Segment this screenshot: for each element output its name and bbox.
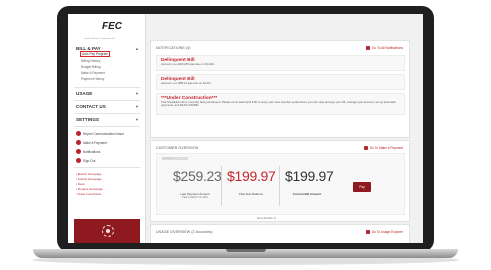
chevron-up-icon[interactable]: ▲ <box>135 46 139 51</box>
customer-overview-card: CUSTOMER OVERVIEW Go To Make A Payment •… <box>150 140 410 222</box>
link-label: Go To All Notifications <box>372 46 403 50</box>
alert-delinquent-1: Delinquent Bill Account •••••• $161.86 w… <box>156 55 405 71</box>
sun-icon <box>102 225 114 237</box>
promo-banner[interactable] <box>74 219 140 243</box>
usage-overview-card: USAGE OVERVIEW (2 Accounts) Go To Usage … <box>150 224 410 243</box>
nav-item-auto-pay[interactable]: Auto Pay Program <box>80 51 111 57</box>
task-label: Sign Out <box>83 158 96 163</box>
alert-under-construction: ***Under Construction*** This SmartHub s… <box>156 93 405 115</box>
nav-contact-us[interactable]: CONTACT US <box>76 104 106 109</box>
screen: FEC Fayette Electric Cooperative Inc. BI… <box>68 14 423 243</box>
link-label: News <box>77 182 85 186</box>
all-notifications-link[interactable]: Go To All Notifications <box>366 46 403 50</box>
task-label: Notifications <box>83 149 101 154</box>
chevron-down-icon[interactable]: ▼ <box>135 104 139 109</box>
usage-overview-title: USAGE OVERVIEW (2 Accounts) <box>156 230 213 234</box>
notifications-title: NOTIFICATIONS (4) <box>156 46 191 50</box>
nav-item-payment-history[interactable]: Payment History <box>81 77 104 81</box>
overview-panel: •••••••••••• $259.23 $199.97 $199.97 Las… <box>156 153 405 215</box>
alert-body: This SmartHub site is currently being de… <box>161 100 396 108</box>
link-label: Texas Coop Power <box>77 192 102 196</box>
link-electric-homepage[interactable]: • Electric Homepage <box>76 172 101 176</box>
current-bill-amount: $199.97 <box>285 168 334 184</box>
last-payment-date: Paid on March 15, 2024 <box>182 196 208 199</box>
task-report-issue[interactable]: Report Communication Issue <box>76 131 124 136</box>
link-internet-homepage[interactable]: • Internet Homepage <box>76 177 102 181</box>
link-label: Go To Make A Payment <box>369 146 403 150</box>
dollar-icon <box>363 146 368 150</box>
logo[interactable]: FEC Fayette Electric Cooperative Inc. <box>76 20 134 44</box>
chevron-down-icon[interactable]: ▼ <box>135 91 139 96</box>
link-news[interactable]: • News <box>76 182 85 186</box>
nav-settings[interactable]: SETTINGS <box>76 117 99 122</box>
sidebar: FEC Fayette Electric Cooperative Inc. BI… <box>68 14 146 243</box>
task-sign-out[interactable]: Sign Out <box>76 158 95 163</box>
link-label: Go To Usage Explorer <box>371 230 403 234</box>
pay-button[interactable]: Pay <box>353 182 371 192</box>
overview-title: CUSTOMER OVERVIEW <box>156 146 199 150</box>
divider <box>74 100 140 101</box>
divider <box>221 166 222 206</box>
laptop-notch <box>226 249 266 252</box>
divider <box>74 167 140 168</box>
chart-icon <box>365 230 370 234</box>
link-label: Electric Homepage <box>77 172 102 176</box>
nav-item-billing-history[interactable]: Billing History <box>81 59 100 63</box>
link-propane-homepage[interactable]: • Propane Homepage <box>76 187 103 191</box>
link-label: Propane Homepage <box>77 187 103 191</box>
main-content: NOTIFICATIONS (4) Go To All Notification… <box>150 14 418 243</box>
link-label: Internet Homepage <box>77 177 102 181</box>
dollar-icon <box>76 140 81 145</box>
nav-item-budget-billing[interactable]: Budget Billing <box>81 65 101 69</box>
task-label: Make A Payment <box>83 140 107 145</box>
last-payment-amount: $259.23 <box>173 168 222 184</box>
nav-item-make-payment[interactable]: Make A Payment <box>81 71 105 75</box>
divider <box>279 166 280 206</box>
alert-body: Account •••••• $161.86 was due on 4/14/2… <box>161 62 215 66</box>
task-make-payment[interactable]: Make A Payment <box>76 140 107 145</box>
task-notifications[interactable]: Notifications <box>76 149 100 154</box>
chevron-down-icon[interactable]: ▼ <box>135 117 139 122</box>
alert-body: Account •••••• $58.11 was due on 4/1/24. <box>161 81 212 85</box>
bell-icon <box>76 149 81 154</box>
alert-delinquent-2: Delinquent Bill Account •••••• $58.11 wa… <box>156 74 405 90</box>
notifications-card: NOTIFICATIONS (4) Go To All Notification… <box>150 40 410 138</box>
bell-icon <box>366 46 371 50</box>
link-texas-coop-power[interactable]: • Texas Coop Power <box>76 192 101 196</box>
nav-item-auto-pay-label: Auto Pay Program <box>80 51 111 57</box>
divider <box>74 126 140 127</box>
past-due-label: Past Due Balance <box>238 192 263 196</box>
divider <box>74 113 140 114</box>
past-due-amount: $199.97 <box>227 168 276 184</box>
logo-subtitle: Fayette Electric Cooperative Inc. <box>84 38 116 40</box>
nav-usage[interactable]: USAGE <box>76 91 92 96</box>
account-number-redacted: •••••••••••• <box>162 157 188 160</box>
more-details-toggle[interactable]: More Details ▼ <box>257 216 276 220</box>
alert-icon <box>76 131 81 136</box>
logo-text: FEC <box>102 21 122 32</box>
task-label: Report Communication Issue <box>83 131 125 136</box>
power-icon <box>76 158 81 163</box>
current-bill-label: Current Bill Amount <box>292 192 322 196</box>
divider <box>74 87 140 88</box>
usage-explorer-link[interactable]: Go To Usage Explorer <box>365 230 403 234</box>
make-payment-link[interactable]: Go To Make A Payment <box>363 146 403 150</box>
more-details-label: More Details <box>257 216 273 220</box>
